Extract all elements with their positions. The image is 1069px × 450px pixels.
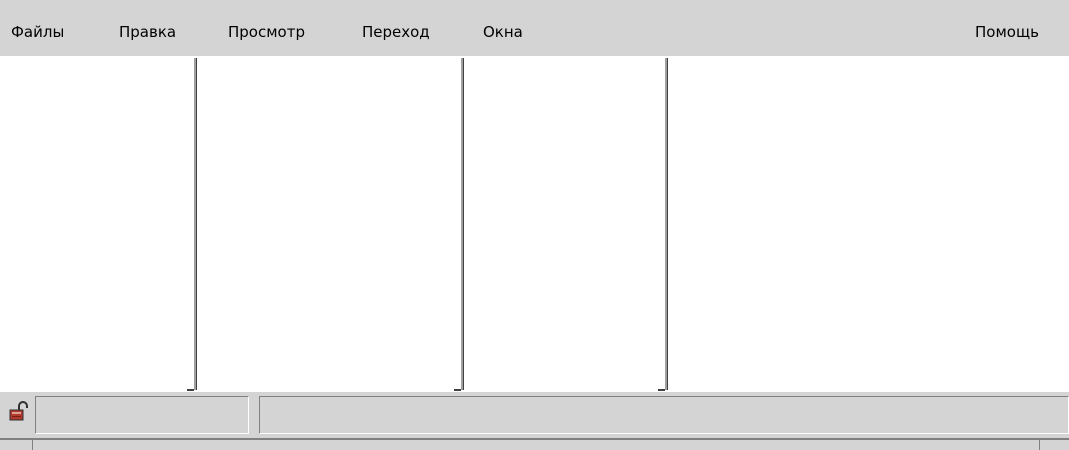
menu-edit[interactable]: Правка [119, 22, 176, 42]
column-splitter-2[interactable] [454, 58, 464, 391]
unlocked-padlock-icon[interactable] [8, 400, 30, 422]
content-area [0, 56, 1069, 392]
menu-bar: Файлы Правка Просмотр Переход Окна Помощ… [0, 0, 1069, 56]
menu-help[interactable]: Помощь [975, 22, 1039, 42]
menu-files[interactable]: Файлы [11, 22, 64, 42]
status-panel-2 [259, 396, 1069, 434]
menu-go[interactable]: Переход [362, 22, 430, 42]
menu-windows[interactable]: Окна [483, 22, 523, 42]
column-splitter-3[interactable] [658, 58, 668, 391]
bottom-edge [0, 438, 1069, 450]
menu-view[interactable]: Просмотр [228, 22, 305, 42]
status-panel-1 [35, 396, 249, 434]
column-splitter-1[interactable] [187, 58, 197, 391]
